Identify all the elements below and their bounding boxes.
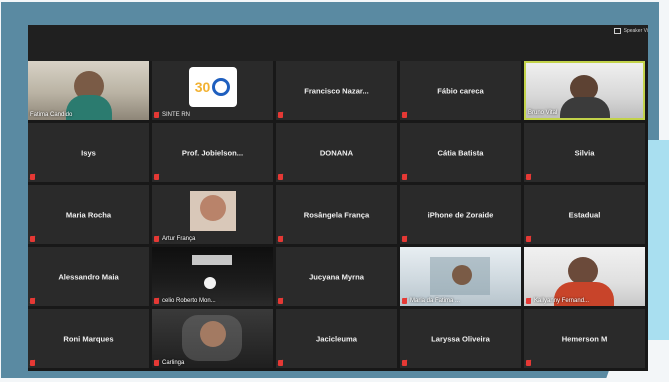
participant-tile[interactable]: Fábio careca <box>400 61 521 120</box>
participant-name: Fatima Candido <box>30 112 73 118</box>
participant-tile[interactable]: DONANA <box>276 123 397 182</box>
mic-muted-icon <box>154 298 159 304</box>
participant-tile[interactable]: Rosângela França <box>276 185 397 244</box>
mic-muted-icon <box>526 360 531 366</box>
participant-tile[interactable]: Silvia <box>524 123 645 182</box>
participant-name: Bruno Vital <box>528 110 558 116</box>
participant-name: Maria Rocha <box>65 210 112 219</box>
participant-name: celio Roberto Mon... <box>154 298 216 304</box>
participant-tile[interactable]: Kallyanny Fernand... <box>524 247 645 306</box>
participant-name: Prof. Jobielson... <box>181 148 244 157</box>
participant-name: Jacicleuma <box>316 334 357 343</box>
participant-tile-active-speaker[interactable]: Bruno Vital <box>524 61 645 120</box>
participant-tile[interactable]: Estadual <box>524 185 645 244</box>
participant-name: Fábio careca <box>437 86 484 95</box>
participant-tile[interactable]: iPhone de Zoraide <box>400 185 521 244</box>
participant-name: Francisco Nazar... <box>304 86 369 95</box>
mic-muted-icon <box>278 174 283 180</box>
mic-muted-icon <box>526 236 531 242</box>
mic-muted-icon <box>402 360 407 366</box>
participant-name: DONANA <box>319 148 354 157</box>
participant-tile[interactable]: Maria Rocha <box>28 185 149 244</box>
meeting-top-bar: Speaker Vi <box>28 25 648 61</box>
participant-tile[interactable]: Artur França <box>152 185 273 244</box>
mic-muted-icon <box>278 360 283 366</box>
participant-name: Laryssa Oliveira <box>431 334 490 343</box>
participant-name: Kallyanny Fernand... <box>526 298 589 304</box>
participant-tile[interactable]: Maria da Fatima ... <box>400 247 521 306</box>
mic-muted-icon <box>402 174 407 180</box>
participant-tile[interactable]: Jacicleuma <box>276 309 397 368</box>
participant-tile[interactable]: 30 SINTE RN <box>152 61 273 120</box>
participant-name: Alessandro Maia <box>58 272 119 281</box>
mic-muted-icon <box>526 174 531 180</box>
participant-name: Maria da Fatima ... <box>402 298 460 304</box>
participant-name: Rosângela França <box>303 210 370 219</box>
participant-name: Silvia <box>574 148 595 157</box>
participant-tile[interactable]: Isys <box>28 123 149 182</box>
participant-tile[interactable]: Laryssa Oliveira <box>400 309 521 368</box>
participant-name: Artur França <box>154 236 195 242</box>
participant-name: Isys <box>81 148 96 157</box>
mic-muted-icon <box>526 298 531 304</box>
participant-gallery: Fatima Candido 30 SINTE RN Francisco Naz… <box>28 61 648 371</box>
participant-tile[interactable]: Roni Marques <box>28 309 149 368</box>
participant-tile[interactable]: Alessandro Maia <box>28 247 149 306</box>
logo-ring-icon <box>212 78 231 96</box>
participant-name: iPhone de Zoraide <box>427 210 494 219</box>
mic-muted-icon <box>278 112 283 118</box>
sinte-logo: 30 <box>188 67 237 107</box>
participant-name: Carlinga <box>154 360 184 366</box>
speaker-view-label: Speaker Vi <box>623 28 648 34</box>
participant-name: Cátia Batista <box>437 148 484 157</box>
mic-muted-icon <box>154 236 159 242</box>
participant-name: Hemerson M <box>561 334 608 343</box>
participant-tile[interactable]: celio Roberto Mon... <box>152 247 273 306</box>
participant-name: Roni Marques <box>63 334 114 343</box>
mic-muted-icon <box>402 112 407 118</box>
mic-muted-icon <box>402 236 407 242</box>
participant-tile[interactable]: Carlinga <box>152 309 273 368</box>
participant-tile[interactable]: Cátia Batista <box>400 123 521 182</box>
mic-muted-icon <box>30 236 35 242</box>
mic-muted-icon <box>154 174 159 180</box>
mic-muted-icon <box>402 298 407 304</box>
participant-tile[interactable]: Fatima Candido <box>28 61 149 120</box>
participant-name: SINTE RN <box>154 112 190 118</box>
mic-muted-icon <box>30 174 35 180</box>
zoom-meeting-window: Speaker Vi Fatima Candido 30 SINTE RN Fr… <box>28 25 648 371</box>
mic-muted-icon <box>154 360 159 366</box>
speaker-view-icon <box>613 28 621 34</box>
participant-tile[interactable]: Hemerson M <box>524 309 645 368</box>
participant-tile[interactable]: Jucyana Myrna <box>276 247 397 306</box>
participant-name: Jucyana Myrna <box>309 272 364 281</box>
mic-muted-icon <box>154 112 159 118</box>
participant-tile[interactable]: Prof. Jobielson... <box>152 123 273 182</box>
participant-tile[interactable]: Francisco Nazar... <box>276 61 397 120</box>
participant-name: Estadual <box>568 210 601 219</box>
mic-muted-icon <box>30 360 35 366</box>
mic-muted-icon <box>278 236 283 242</box>
mic-muted-icon <box>30 298 35 304</box>
speaker-view-button[interactable]: Speaker Vi <box>613 28 648 34</box>
mic-muted-icon <box>278 298 283 304</box>
